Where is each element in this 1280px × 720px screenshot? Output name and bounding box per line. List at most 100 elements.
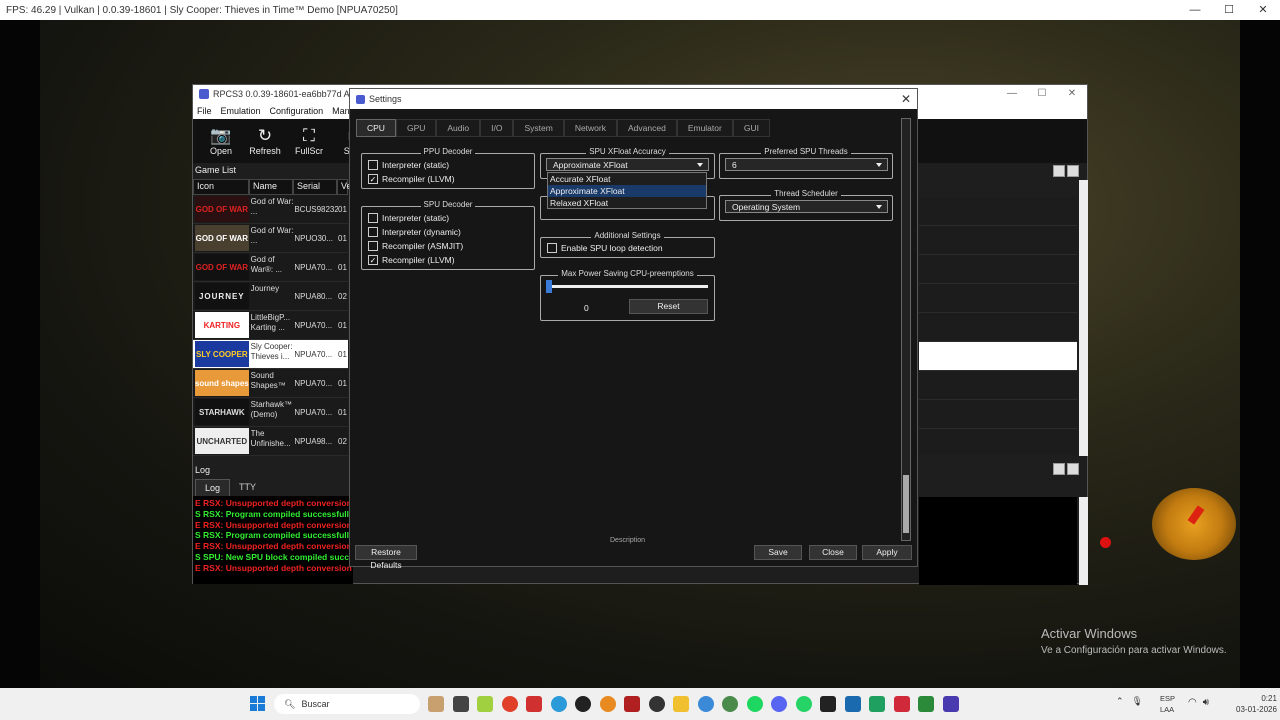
taskbar: 🔍︎ Buscar ⌃ 🎙︎ ESP LAA ◠ 🔊︎ 0:21 03-01-2026 bbox=[0, 688, 1280, 720]
option-relaxed-xfloat[interactable]: Relaxed XFloat bbox=[548, 197, 706, 209]
terminal-icon[interactable] bbox=[820, 696, 836, 712]
reset-button[interactable]: Reset bbox=[629, 299, 708, 314]
open-button[interactable]: 📷 Open bbox=[199, 119, 243, 163]
settings-tabs: CPU GPU Audio I/O System Network Advance… bbox=[356, 119, 770, 137]
table-row[interactable]: KARTING LittleBigP... Karting ... NPUA70..… bbox=[193, 311, 348, 340]
chevron-up-icon[interactable]: ⌃ bbox=[1116, 696, 1124, 707]
preferred-spu-threads-select[interactable]: 6 bbox=[725, 158, 888, 171]
spu-xfloat-select[interactable]: Approximate XFloat bbox=[546, 158, 709, 171]
maximize-icon[interactable]: ☐ bbox=[1027, 85, 1057, 103]
game-list-scrollbar[interactable] bbox=[1079, 180, 1088, 456]
settings-scrollbar[interactable] bbox=[901, 118, 911, 541]
app-live-icon[interactable] bbox=[477, 696, 493, 712]
slider-handle[interactable] bbox=[546, 280, 552, 293]
table-row[interactable]: sound shapes Sound Shapes™ ... NPUA70... 01 bbox=[193, 369, 348, 398]
app-pink-icon[interactable] bbox=[893, 696, 910, 712]
option-approximate-xfloat[interactable]: Approximate XFloat bbox=[548, 185, 706, 197]
table-row[interactable]: UNCHARTED The Unfinishe... NPUA98... 02 bbox=[193, 427, 348, 456]
menu-configuration[interactable]: Configuration bbox=[270, 106, 324, 116]
tab-system[interactable]: System bbox=[513, 119, 564, 137]
tab-network[interactable]: Network bbox=[563, 119, 617, 137]
whatsapp-icon[interactable] bbox=[795, 696, 812, 712]
app-green-icon[interactable] bbox=[722, 696, 738, 712]
max-power-saving-title: Max Power Saving CPU-preemptions bbox=[558, 269, 697, 278]
preemptions-slider[interactable] bbox=[546, 280, 708, 293]
col-icon[interactable]: Icon bbox=[193, 179, 249, 195]
rpcs3-taskbar-icon[interactable] bbox=[942, 696, 959, 712]
gamelist-dock-buttons[interactable] bbox=[1053, 165, 1079, 177]
chevron-down-icon bbox=[876, 205, 882, 209]
col-serial[interactable]: Serial bbox=[293, 179, 337, 195]
microphone-icon[interactable]: 🎙︎ bbox=[1132, 696, 1143, 707]
restore-defaults-button[interactable]: Restore Defaults bbox=[355, 545, 417, 570]
taskbar-search[interactable]: 🔍︎ Buscar bbox=[274, 694, 420, 714]
spu-loop-detection-checkbox[interactable]: Enable SPU loop detection bbox=[547, 241, 714, 255]
log-scrollbar[interactable] bbox=[1079, 497, 1088, 585]
tab-gpu[interactable]: GPU bbox=[395, 119, 437, 137]
folder-icon[interactable] bbox=[673, 696, 689, 712]
windows-start-icon[interactable] bbox=[250, 696, 266, 712]
wifi-icon[interactable]: ◠ bbox=[1188, 697, 1197, 708]
save-button[interactable]: Save bbox=[754, 545, 802, 560]
spu-interpreter-dynamic-checkbox[interactable]: Interpreter (dynamic) bbox=[368, 225, 534, 239]
app-blue-icon[interactable] bbox=[844, 696, 861, 712]
close-icon[interactable]: ✕ bbox=[901, 92, 911, 106]
tab-log[interactable]: Log bbox=[195, 479, 231, 497]
tab-io[interactable]: I/O bbox=[480, 119, 514, 137]
volume-icon[interactable]: 🔊︎ bbox=[1203, 697, 1209, 708]
tab-audio[interactable]: Audio bbox=[436, 119, 481, 137]
tab-cpu[interactable]: CPU bbox=[356, 119, 396, 137]
thread-scheduler-select[interactable]: Operating System bbox=[725, 200, 888, 213]
app-black-icon[interactable] bbox=[575, 696, 591, 712]
maximize-icon[interactable]: ☐ bbox=[1212, 0, 1246, 20]
menu-file[interactable]: File bbox=[197, 106, 212, 116]
game-list: GOD OF WAR God of War: ... BCUS98232 01 GOD… bbox=[193, 195, 348, 456]
tab-advanced[interactable]: Advanced bbox=[617, 119, 677, 137]
menu-emulation[interactable]: Emulation bbox=[221, 106, 261, 116]
close-icon[interactable]: ✕ bbox=[1057, 85, 1087, 103]
blender-icon[interactable] bbox=[599, 696, 616, 712]
task-view-icon[interactable] bbox=[452, 696, 469, 712]
refresh-button[interactable]: ↻ Refresh bbox=[243, 119, 287, 163]
minimize-icon[interactable]: — bbox=[997, 85, 1027, 103]
log-dock-buttons[interactable] bbox=[1053, 463, 1079, 475]
spu-recompiler-llvm-checkbox[interactable]: ✓ Recompiler (LLVM) bbox=[368, 253, 534, 267]
tab-tty[interactable]: TTY bbox=[230, 479, 265, 497]
spu-xfloat-dropdown: Accurate XFloat Approximate XFloat Relax… bbox=[547, 172, 707, 209]
spotify-icon[interactable] bbox=[746, 696, 763, 712]
language-indicator[interactable]: ESP LAA bbox=[1160, 693, 1175, 715]
apply-button[interactable]: Apply bbox=[862, 545, 912, 560]
ppu-recompiler-llvm-checkbox[interactable]: ✓ Recompiler (LLVM) bbox=[368, 172, 534, 186]
app-game-icon[interactable] bbox=[624, 696, 640, 712]
spu-interpreter-static-checkbox[interactable]: Interpreter (static) bbox=[368, 211, 534, 225]
col-name[interactable]: Name bbox=[249, 179, 293, 195]
chrome-alt-icon[interactable] bbox=[697, 696, 714, 712]
tab-gui[interactable]: GUI bbox=[732, 119, 770, 137]
fullscreen-button[interactable]: ⛶ FullScr bbox=[287, 119, 331, 163]
option-accurate-xfloat[interactable]: Accurate XFloat bbox=[548, 173, 706, 185]
app-green2-icon[interactable] bbox=[918, 696, 934, 712]
edge-icon[interactable] bbox=[550, 696, 567, 712]
minimize-icon[interactable]: — bbox=[1178, 0, 1212, 20]
clock[interactable]: 0:21 03-01-2026 bbox=[1236, 693, 1277, 715]
obs-icon[interactable] bbox=[648, 696, 665, 712]
spu-recompiler-asmjit-checkbox[interactable]: Recompiler (ASMJIT) bbox=[368, 239, 534, 253]
game-cover: SLY COOPER bbox=[195, 341, 249, 367]
table-row[interactable]: STARHAWK Starhawk™ (Demo) NPUA70... 01 bbox=[193, 398, 348, 427]
app-red-icon[interactable] bbox=[526, 696, 542, 712]
widgets-icon[interactable] bbox=[428, 696, 444, 712]
col-version[interactable]: Ve bbox=[337, 179, 352, 195]
table-row[interactable]: GOD OF WAR God of War: ... BCUS98232 01 bbox=[193, 195, 348, 224]
log-line: S RSX: Program compiled successfully bbox=[195, 530, 353, 541]
close-button[interactable]: Close bbox=[809, 545, 857, 560]
discord-icon[interactable] bbox=[771, 696, 787, 712]
ppu-interpreter-static-checkbox[interactable]: Interpreter (static) bbox=[368, 158, 534, 172]
table-row-selected[interactable]: SLY COOPER Sly Cooper: Thieves i... NPUA70… bbox=[193, 340, 348, 369]
app-notes-icon[interactable] bbox=[869, 696, 885, 712]
table-row[interactable]: GOD OF WAR God of War: ... NPUO30... 01 bbox=[193, 224, 348, 253]
table-row[interactable]: GOD OF WAR God of War®: ... NPUA70... 01 bbox=[193, 253, 348, 282]
tab-emulator[interactable]: Emulator bbox=[676, 119, 733, 137]
chrome-icon[interactable] bbox=[501, 696, 518, 712]
close-icon[interactable]: ✕ bbox=[1246, 0, 1280, 20]
table-row[interactable]: JOURNEY Journey NPUA80... 02 bbox=[193, 282, 348, 311]
